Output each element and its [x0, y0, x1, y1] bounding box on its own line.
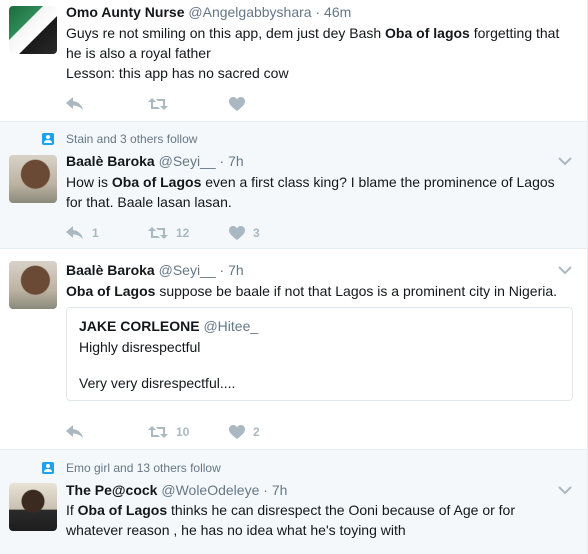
timestamp[interactable]: 46m [324, 4, 351, 20]
timestamp[interactable]: 7h [228, 153, 244, 169]
tweet-header: Baalè Baroka @Seyi__ · 7h [66, 153, 244, 169]
user-name[interactable]: Baalè Baroka [66, 262, 155, 278]
tweet[interactable]: Omo Aunty Nurse @Angelgabbyshara · 46m G… [0, 0, 587, 122]
tweet-text-highlight: Oba of Lagos [66, 283, 156, 299]
tweet-text: If Oba of Lagos thinks he can disrespect… [66, 500, 515, 540]
tweet-text-line: for that. Baale lasan lasan. [66, 194, 232, 210]
separator-dot: · [219, 153, 225, 169]
social-context-text[interactable]: Emo girl and 13 others follow [66, 461, 221, 475]
reply-button[interactable] [66, 95, 84, 113]
tweet-text-segment: even a first class king? I blame the pro… [201, 174, 555, 190]
avatar[interactable] [9, 6, 57, 54]
tweet-text-segment: Guys re not smiling on this app, dem jus… [66, 25, 386, 41]
quoted-tweet-header: JAKE CORLEONE @Hitee_ [79, 318, 258, 334]
tweet[interactable]: Stain and 3 others follow Baalè Baroka @… [0, 122, 587, 249]
retweet-icon [148, 227, 168, 239]
tweet-text-line: Lesson: this app has no sacred cow [66, 65, 289, 81]
reply-button[interactable] [66, 423, 84, 441]
tweet-header: The Pe@cock @WoleOdeleye · 7h [66, 482, 287, 498]
like-count: 2 [253, 425, 260, 439]
user-handle[interactable]: @Seyi__ [159, 262, 216, 278]
timestamp[interactable]: 7h [228, 262, 244, 278]
retweet-icon [148, 426, 168, 438]
tweet-header: Baalè Baroka @Seyi__ · 7h [66, 262, 244, 278]
retweet-button[interactable] [148, 95, 168, 113]
person-follow-icon [42, 133, 54, 145]
person-follow-icon [42, 462, 54, 474]
retweet-count: 10 [176, 425, 190, 439]
tweet-text-line: whatever reason , he has no idea what he… [66, 522, 406, 538]
timestamp[interactable]: 7h [272, 482, 288, 498]
tweet-text-segment: How is [66, 174, 112, 190]
tweet-text: Guys re not smiling on this app, dem jus… [66, 23, 559, 83]
chevron-down-icon[interactable] [558, 483, 572, 497]
tweet-header: Omo Aunty Nurse @Angelgabbyshara · 46m [66, 4, 351, 20]
tweet-text-segment: If [66, 502, 78, 518]
tweet-text-highlight: Oba of Lagos [77, 502, 168, 518]
retweet-icon [148, 98, 168, 110]
avatar[interactable] [9, 483, 57, 531]
retweet-button[interactable]: 10 [148, 423, 189, 441]
user-name[interactable]: The Pe@cock [66, 482, 157, 498]
reply-icon [66, 226, 83, 239]
heart-icon [229, 425, 245, 439]
tweet-text-segment: forgetting that [469, 25, 560, 41]
like-count: 3 [253, 226, 260, 240]
quoted-user-name: JAKE CORLEONE [79, 318, 200, 334]
quoted-tweet[interactable]: JAKE CORLEONE @Hitee_ Highly disrespectf… [66, 307, 573, 401]
separator-dot: · [219, 262, 225, 278]
tweet-text-segment: suppose be baale if not that Lagos is a … [155, 283, 558, 299]
tweet[interactable]: Baalè Baroka @Seyi__ · 7h Oba of Lagos s… [0, 249, 587, 450]
reply-count: 1 [92, 226, 99, 240]
quoted-tweet-text: Highly disrespectful [79, 339, 201, 355]
user-name[interactable]: Omo Aunty Nurse [66, 4, 185, 20]
retweet-button[interactable]: 12 [148, 224, 189, 242]
avatar[interactable] [9, 261, 57, 309]
like-button[interactable]: 2 [229, 423, 260, 441]
quoted-user-handle: @Hitee_ [203, 318, 259, 334]
like-button[interactable]: 3 [229, 224, 260, 242]
user-handle[interactable]: @Angelgabbyshara [188, 4, 311, 20]
quoted-tweet-text: Very very disrespectful.... [79, 375, 236, 391]
reply-icon [66, 425, 83, 438]
reply-icon [66, 97, 83, 110]
tweet-text: Oba of Lagos suppose be baale if not tha… [66, 281, 557, 301]
social-context-text[interactable]: Stain and 3 others follow [66, 132, 197, 146]
heart-icon [229, 226, 245, 240]
chevron-down-icon[interactable] [558, 154, 572, 168]
tweet-text: How is Oba of Lagos even a first class k… [66, 172, 555, 212]
heart-icon [229, 97, 245, 111]
separator-dot: · [315, 4, 321, 20]
user-handle[interactable]: @Seyi__ [159, 153, 216, 169]
tweet-text-segment: thinks he can disrespect the Ooni becaus… [167, 502, 515, 518]
chevron-down-icon[interactable] [558, 263, 572, 277]
reply-button[interactable]: 1 [66, 224, 99, 242]
like-button[interactable] [229, 95, 245, 113]
tweet-text-highlight: Oba of Lagos [111, 174, 202, 190]
avatar[interactable] [9, 155, 57, 203]
user-handle[interactable]: @WoleOdeleye [161, 482, 259, 498]
tweet[interactable]: Emo girl and 13 others follow The Pe@coc… [0, 450, 587, 554]
user-name[interactable]: Baalè Baroka [66, 153, 155, 169]
tweet-text-line: he is also a royal father [66, 45, 211, 61]
tweet-text-highlight: Oba of lagos [385, 25, 470, 41]
retweet-count: 12 [176, 226, 190, 240]
timeline-feed: Omo Aunty Nurse @Angelgabbyshara · 46m G… [0, 0, 588, 554]
separator-dot: · [263, 482, 268, 498]
